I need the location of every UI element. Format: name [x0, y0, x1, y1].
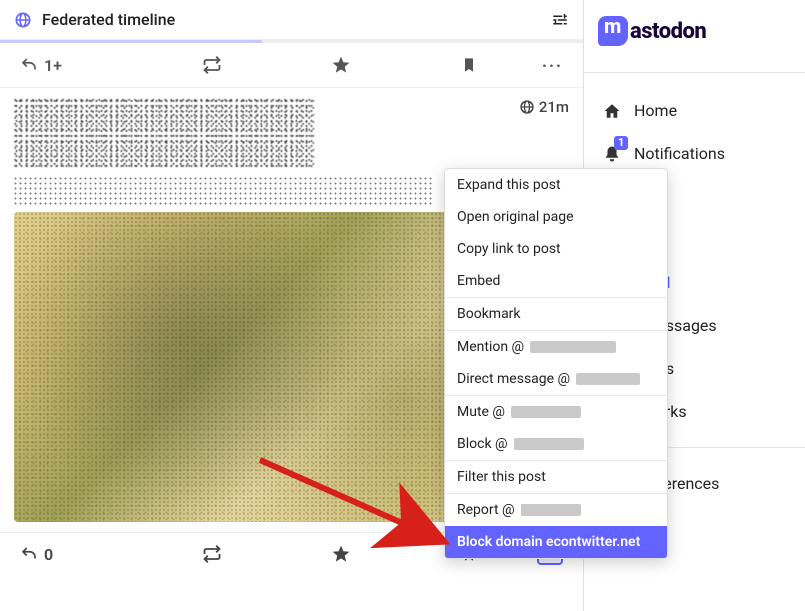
column-settings-icon[interactable]	[551, 11, 569, 29]
column-progress	[0, 40, 583, 43]
menu-bookmark[interactable]: Bookmark	[445, 298, 667, 330]
reply-button[interactable]: 0	[20, 545, 148, 564]
favourite-button[interactable]	[277, 544, 405, 564]
reply-count: 1+	[44, 56, 62, 75]
menu-block-domain[interactable]: Block domain econtwitter.net	[445, 526, 667, 558]
mastodon-mark-icon	[598, 16, 628, 46]
nav-label: Home	[634, 101, 677, 120]
post-author-redacted	[14, 98, 314, 168]
reply-count: 0	[44, 545, 53, 564]
redacted-username	[576, 373, 640, 385]
globe-icon	[14, 11, 32, 29]
menu-label: Direct message @	[457, 371, 570, 387]
menu-expand-post[interactable]: Expand this post	[445, 169, 667, 201]
menu-label: Expand this post	[457, 177, 561, 193]
home-icon	[602, 102, 622, 120]
redacted-username	[521, 504, 581, 516]
favourite-button[interactable]	[277, 55, 405, 75]
menu-filter-post[interactable]: Filter this post	[445, 461, 667, 493]
boost-button[interactable]	[148, 55, 276, 75]
post-more-menu: Expand this post Open original page Copy…	[444, 168, 668, 559]
menu-label: Block @	[457, 436, 508, 452]
more-button[interactable]: ···	[533, 56, 563, 75]
redacted-username	[511, 406, 581, 418]
nav-notifications[interactable]: 1 Notifications	[598, 136, 791, 171]
menu-label: Bookmark	[457, 306, 521, 322]
menu-direct-message[interactable]: Direct message @	[445, 363, 667, 395]
menu-label: Mute @	[457, 404, 505, 420]
column-title: Federated timeline	[42, 10, 551, 29]
menu-embed[interactable]: Embed	[445, 265, 667, 297]
menu-label: Report @	[457, 502, 515, 518]
bookmark-button[interactable]	[405, 56, 533, 74]
menu-label: Mention @	[457, 339, 524, 355]
mastodon-logo[interactable]: astodon	[598, 16, 791, 46]
menu-label: Copy link to post	[457, 241, 561, 257]
reply-button[interactable]: 1+	[20, 56, 148, 75]
menu-block[interactable]: Block @	[445, 428, 667, 460]
menu-report[interactable]: Report @	[445, 494, 667, 526]
post-text-redacted	[14, 176, 434, 206]
mastodon-wordmark: astodon	[630, 19, 706, 44]
timestamp-text: 21m	[539, 98, 569, 116]
nav-home[interactable]: Home	[598, 93, 791, 128]
menu-copy-link[interactable]: Copy link to post	[445, 233, 667, 265]
post-timestamp[interactable]: 21m	[519, 98, 569, 116]
redacted-username	[514, 438, 584, 450]
menu-label: Block domain econtwitter.net	[457, 534, 640, 550]
menu-mute[interactable]: Mute @	[445, 396, 667, 428]
menu-label: Open original page	[457, 209, 574, 225]
post-top-actionbar: 1+ ···	[0, 43, 583, 88]
menu-label: Embed	[457, 273, 500, 289]
redacted-username	[530, 341, 616, 353]
menu-mention[interactable]: Mention @	[445, 331, 667, 363]
menu-label: Filter this post	[457, 469, 546, 485]
boost-button[interactable]	[148, 544, 276, 564]
nav-label: Notifications	[634, 144, 725, 163]
column-header: Federated timeline	[0, 0, 583, 40]
menu-open-original[interactable]: Open original page	[445, 201, 667, 233]
notification-badge: 1	[614, 136, 628, 150]
divider	[584, 72, 805, 73]
